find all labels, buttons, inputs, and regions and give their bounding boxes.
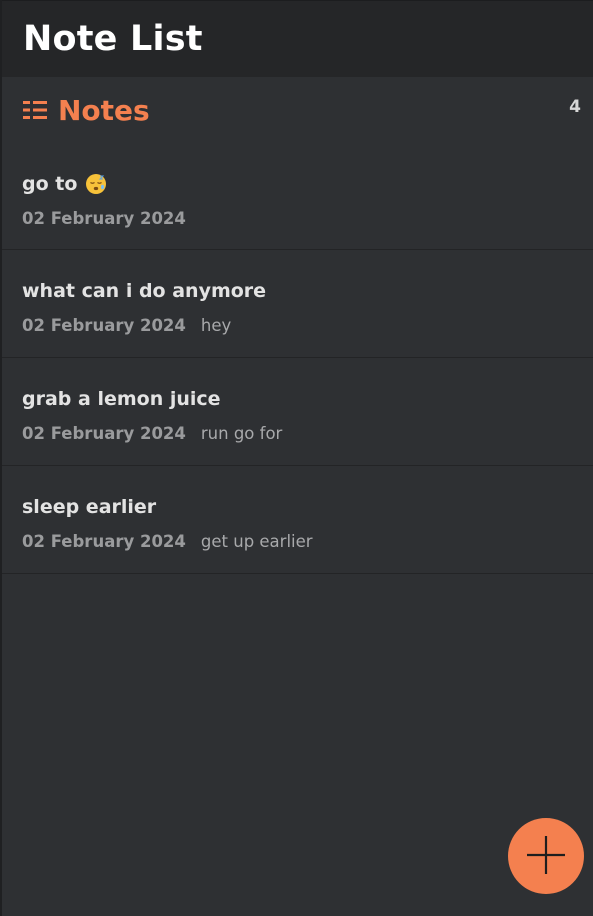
note-list-app: Note List Notes 4 go to 02 February 2024… — [0, 0, 593, 916]
list-item[interactable]: go to 02 February 2024 — [2, 143, 593, 250]
note-meta: 02 February 2024 get up earlier — [22, 530, 573, 552]
note-title-row: what can i do anymore — [22, 279, 573, 303]
list-item[interactable]: what can i do anymore 02 February 2024 h… — [2, 250, 593, 358]
list-item[interactable]: sleep earlier 02 February 2024 get up ea… — [2, 466, 593, 574]
note-title-row: sleep earlier — [22, 495, 573, 519]
section-title: Notes — [58, 93, 150, 127]
note-title: what can i do anymore — [22, 280, 267, 302]
note-date: 02 February 2024 — [22, 531, 186, 551]
add-note-button[interactable] — [508, 818, 584, 894]
note-list: go to 02 February 2024 what can i do any… — [2, 143, 593, 574]
note-meta: 02 February 2024 hey — [22, 314, 573, 336]
notes-section-header: Notes 4 — [2, 77, 593, 143]
note-title-row: go to — [22, 172, 573, 196]
plus-icon — [525, 834, 567, 879]
sleeping-face-emoji-icon — [85, 173, 107, 195]
note-title-row: grab a lemon juice — [22, 387, 573, 411]
note-preview: get up earlier — [200, 531, 313, 551]
note-preview: run go for — [200, 423, 283, 443]
list-item[interactable]: grab a lemon juice 02 February 2024 run … — [2, 358, 593, 466]
note-title: go to — [22, 173, 78, 195]
page-title: Note List — [23, 19, 203, 59]
note-title: sleep earlier — [22, 496, 157, 518]
note-meta: 02 February 2024 run go for — [22, 422, 573, 444]
list-icon — [22, 98, 48, 122]
top-app-bar: Note List — [2, 0, 593, 77]
note-preview: hey — [200, 315, 232, 335]
note-meta: 02 February 2024 — [22, 207, 573, 229]
note-date: 02 February 2024 — [22, 423, 186, 443]
note-count-badge: 4 — [569, 97, 581, 117]
note-title: grab a lemon juice — [22, 388, 221, 410]
note-date: 02 February 2024 — [22, 315, 186, 335]
note-date: 02 February 2024 — [22, 208, 186, 228]
